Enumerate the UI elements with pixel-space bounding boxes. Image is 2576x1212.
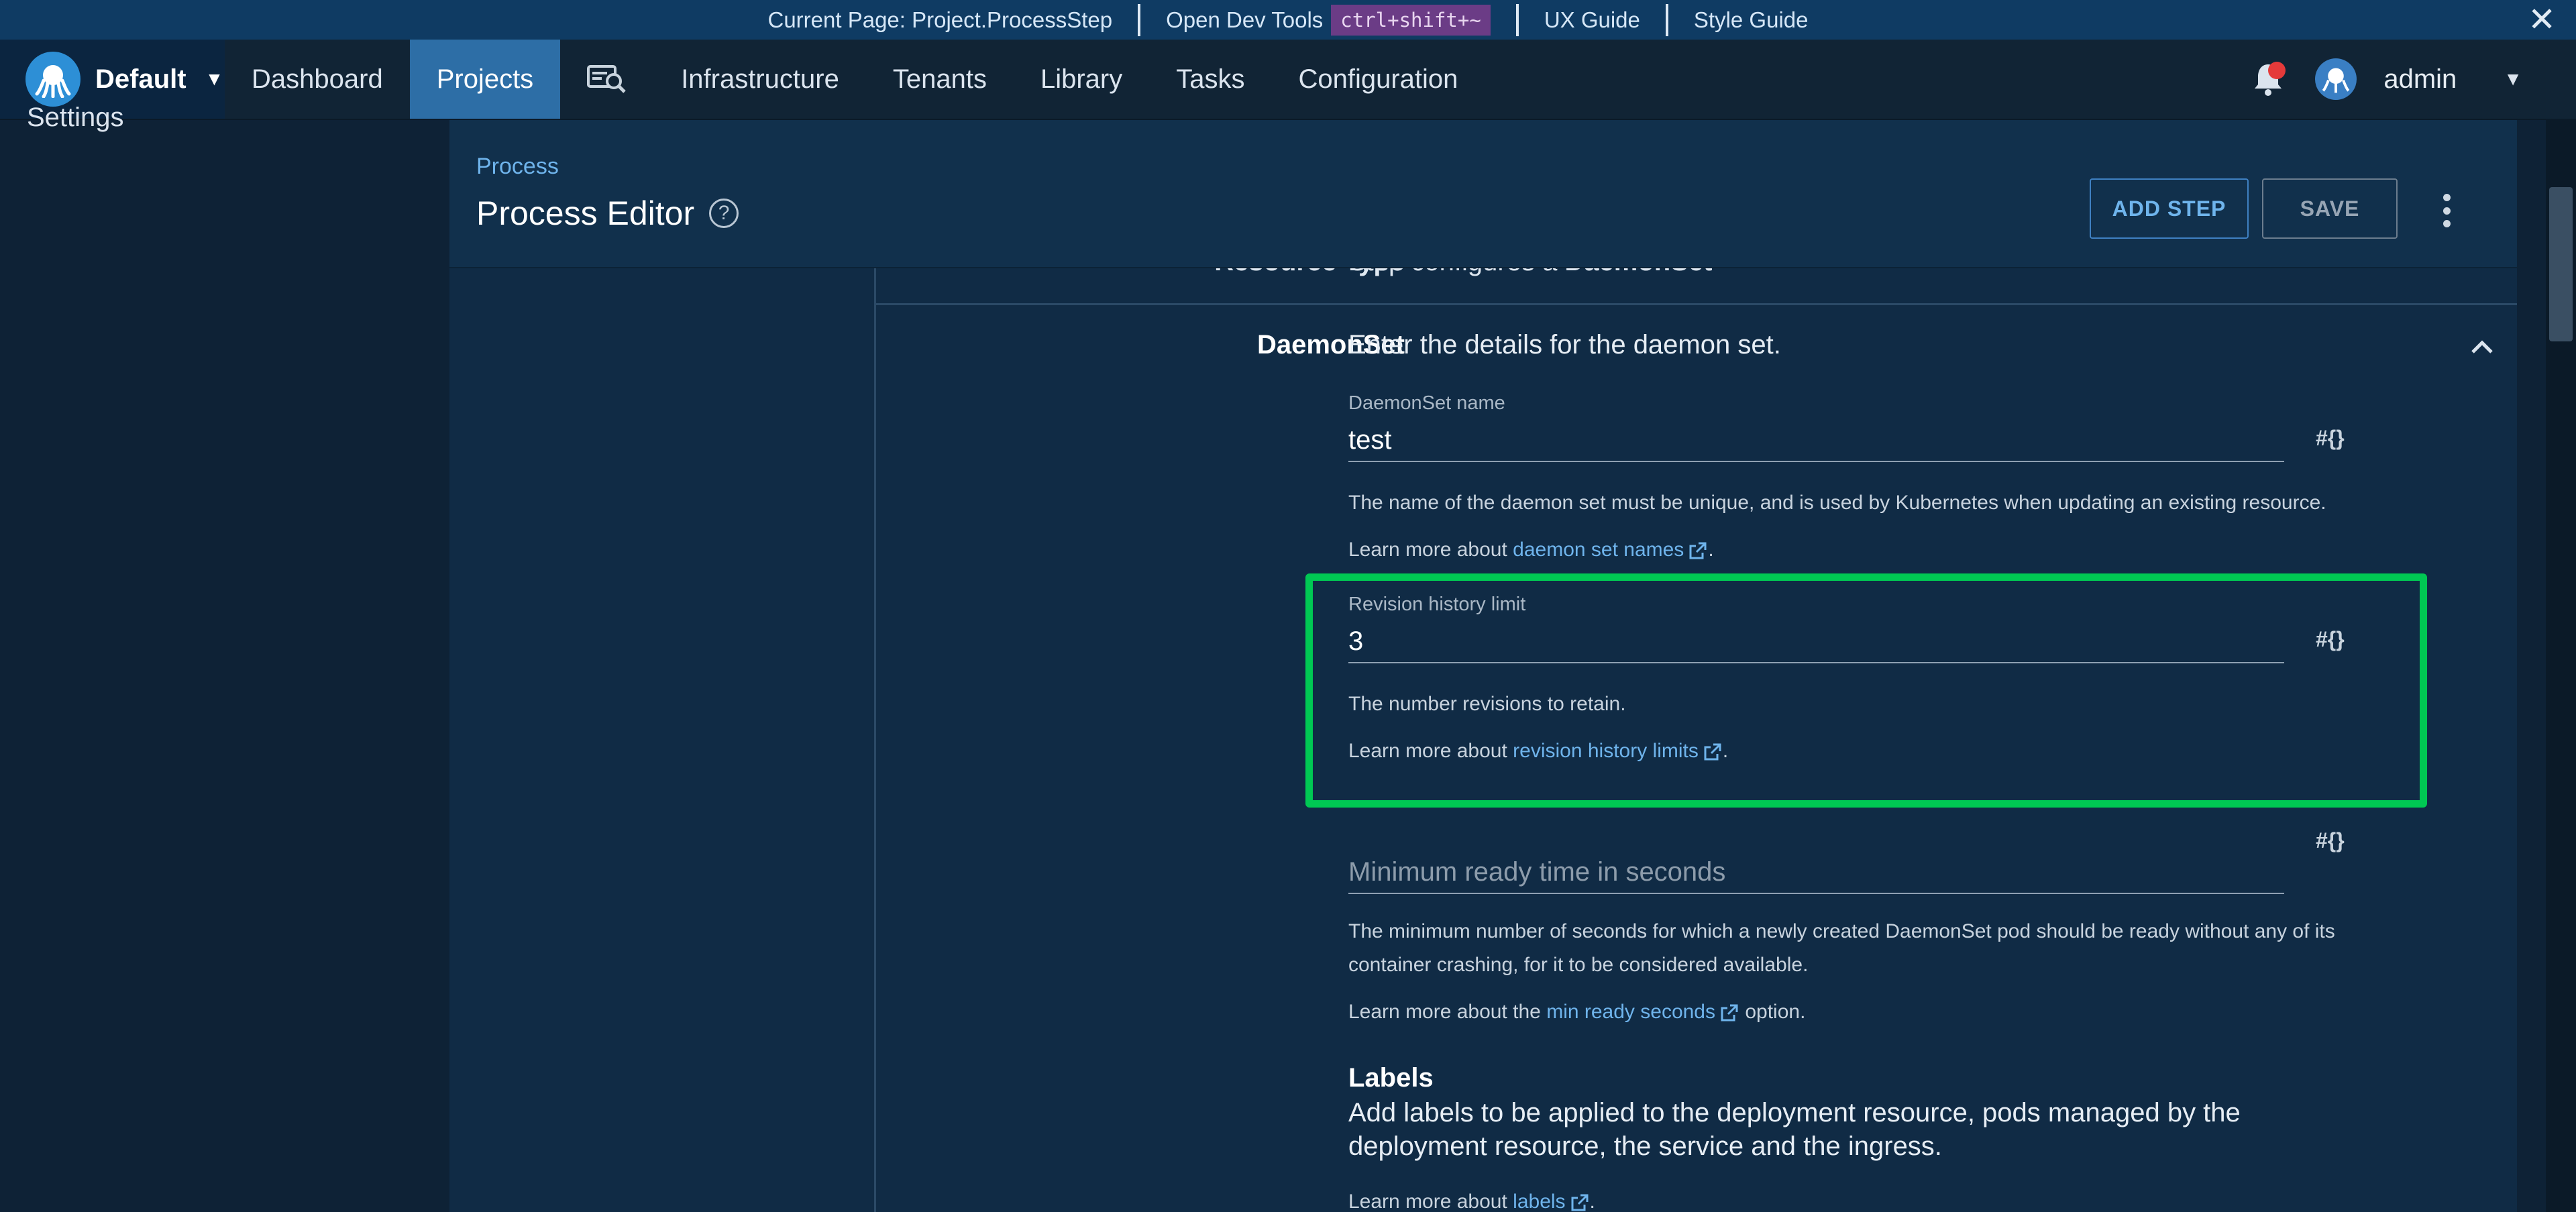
open-dev-tools-link[interactable]: Open Dev Tools: [1166, 7, 1323, 33]
nav-projects[interactable]: Projects: [409, 40, 561, 119]
min-ready-seconds-learn-more: Learn more about the min ready seconds o…: [1348, 1001, 1806, 1023]
sidebar: Settings: [0, 103, 449, 1212]
nav-tasks[interactable]: Tasks: [1149, 40, 1271, 119]
nav-tenants[interactable]: Tenants: [866, 40, 1014, 119]
save-button[interactable]: SAVE: [2262, 178, 2398, 239]
daemonset-name-label: DaemonSet name: [1348, 392, 1505, 414]
username[interactable]: admin: [2383, 64, 2457, 95]
revision-history-input[interactable]: [1348, 620, 2284, 663]
revision-history-learn-more: Learn more about revision history limits…: [1348, 740, 1729, 762]
chevron-up-icon[interactable]: [2469, 333, 2496, 360]
page-title-text: Process Editor: [476, 195, 695, 232]
user-avatar[interactable]: [2315, 58, 2357, 100]
nav-infrastructure[interactable]: Infrastructure: [654, 40, 866, 119]
external-link-icon: [1689, 542, 1707, 559]
daemonset-section-description: Enter the details for the daemon set.: [1348, 330, 1781, 360]
revision-history-label: Revision history limit: [1348, 594, 1526, 615]
nav-dashboard[interactable]: Dashboard: [225, 40, 410, 119]
nav-search-icon[interactable]: [560, 40, 654, 119]
daemonset-name-learn-more: Learn more about daemon set names.: [1348, 539, 1714, 561]
more-options-icon[interactable]: [2438, 194, 2455, 227]
notifications-bell-icon[interactable]: [2248, 59, 2288, 99]
nav-configuration[interactable]: Configuration: [1271, 40, 1485, 119]
ux-guide-link[interactable]: UX Guide: [1544, 7, 1640, 33]
panel-header: Process Process Editor ? ADD STEP SAVE: [449, 120, 2517, 268]
insert-variable-button[interactable]: #{}: [2316, 828, 2345, 853]
labels-learn-more: Learn more about labels.: [1348, 1191, 1595, 1212]
insert-variable-button[interactable]: #{}: [2316, 426, 2345, 451]
help-icon[interactable]: ?: [709, 199, 739, 228]
sidebar-item-settings[interactable]: Settings: [27, 103, 124, 133]
scrollbar-thumb[interactable]: [2549, 187, 2573, 341]
section-divider: [874, 303, 2517, 305]
revision-history-limits-link[interactable]: revision history limits: [1513, 740, 1699, 762]
process-editor-panel: Process Process Editor ? ADD STEP SAVE R…: [449, 120, 2517, 1212]
close-banner-icon[interactable]: ✕: [2528, 3, 2556, 36]
banner-divider: [1138, 3, 1141, 36]
add-step-button[interactable]: ADD STEP: [2090, 178, 2249, 239]
labels-heading: Labels: [1348, 1063, 1434, 1093]
user-menu-chevron-down-icon[interactable]: ▼: [2504, 68, 2522, 90]
space-name: Default: [95, 64, 186, 94]
revision-history-help: The number revisions to retain.: [1348, 693, 1626, 715]
nav-library[interactable]: Library: [1014, 40, 1149, 119]
banner-divider: [1515, 3, 1519, 36]
style-guide-link[interactable]: Style Guide: [1694, 7, 1809, 33]
banner-divider: [1665, 3, 1668, 36]
min-ready-seconds-help: The minimum number of seconds for which …: [1348, 920, 2335, 976]
dev-banner: Current Page: Project.ProcessStep Open D…: [0, 0, 2576, 40]
labels-description: Add labels to be applied to the deployme…: [1348, 1098, 2241, 1161]
main-nav: Default ▼ Dashboard Projects Infrastruct…: [0, 40, 2576, 120]
breadcrumb-process[interactable]: Process: [476, 154, 559, 180]
daemonset-name-help: The name of the daemon set must be uniqu…: [1348, 492, 2326, 514]
labels-link[interactable]: labels: [1513, 1191, 1565, 1212]
current-page-label: Current Page: Project.ProcessStep: [767, 7, 1113, 32]
search-deployments-icon: [587, 65, 626, 93]
page-title: Process Editor ?: [476, 194, 739, 233]
chevron-down-icon: ▼: [205, 68, 224, 89]
daemonset-name-input[interactable]: [1348, 419, 2284, 462]
insert-variable-button[interactable]: #{}: [2316, 627, 2345, 652]
step-content-column: [874, 120, 2517, 1212]
external-link-icon: [1571, 1194, 1589, 1211]
external-link-icon: [1704, 743, 1721, 761]
external-link-icon: [1721, 1004, 1738, 1022]
shortcut-badge: ctrl+shift+~: [1331, 4, 1491, 36]
min-ready-seconds-link[interactable]: min ready seconds: [1546, 1001, 1715, 1023]
octopus-logo-icon: [25, 52, 80, 107]
daemon-set-names-link[interactable]: daemon set names: [1513, 539, 1684, 561]
min-ready-seconds-input[interactable]: [1348, 851, 2284, 894]
